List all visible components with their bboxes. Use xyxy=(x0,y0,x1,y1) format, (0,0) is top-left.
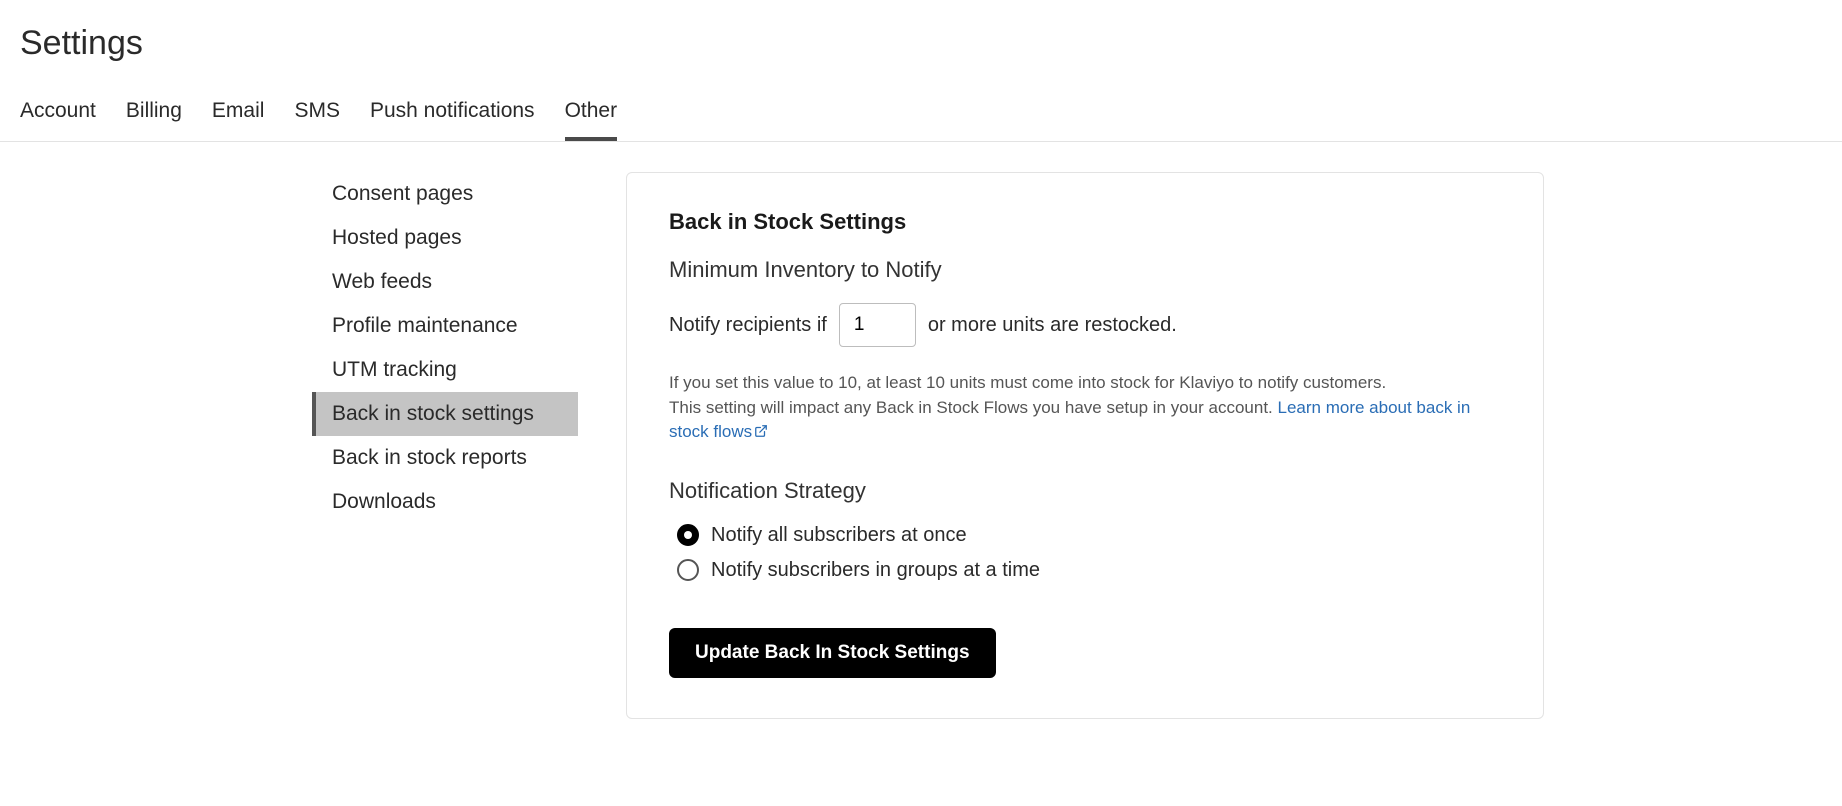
min-inventory-input[interactable] xyxy=(839,303,916,347)
tab-sms[interactable]: SMS xyxy=(294,89,340,141)
content-area: Consent pages Hosted pages Web feeds Pro… xyxy=(0,142,1842,759)
helper-line2: This setting will impact any Back in Sto… xyxy=(669,398,1278,417)
settings-tabs: Account Billing Email SMS Push notificat… xyxy=(0,89,1842,142)
tab-push-notifications[interactable]: Push notifications xyxy=(370,89,535,141)
tab-account[interactable]: Account xyxy=(20,89,96,141)
min-inventory-prefix: Notify recipients if xyxy=(669,314,827,337)
radio-icon xyxy=(677,559,699,581)
page-title: Settings xyxy=(0,0,1842,71)
sidebar: Consent pages Hosted pages Web feeds Pro… xyxy=(312,172,578,524)
panel-heading: Back in Stock Settings xyxy=(669,209,1501,235)
min-inventory-subheading: Minimum Inventory to Notify xyxy=(669,257,1501,283)
radio-icon xyxy=(677,524,699,546)
sidebar-item-profile-maintenance[interactable]: Profile maintenance xyxy=(312,304,578,348)
min-inventory-helper: If you set this value to 10, at least 10… xyxy=(669,371,1501,446)
radio-notify-all[interactable]: Notify all subscribers at once xyxy=(677,524,1501,547)
min-inventory-suffix: or more units are restocked. xyxy=(928,314,1177,337)
sidebar-item-utm-tracking[interactable]: UTM tracking xyxy=(312,348,578,392)
min-inventory-row: Notify recipients if or more units are r… xyxy=(669,303,1501,347)
tab-billing[interactable]: Billing xyxy=(126,89,182,141)
radio-label: Notify subscribers in groups at a time xyxy=(711,559,1040,582)
tab-other[interactable]: Other xyxy=(565,89,618,141)
helper-line1: If you set this value to 10, at least 10… xyxy=(669,373,1386,392)
tab-email[interactable]: Email xyxy=(212,89,265,141)
sidebar-item-back-in-stock-reports[interactable]: Back in stock reports xyxy=(312,436,578,480)
sidebar-item-web-feeds[interactable]: Web feeds xyxy=(312,260,578,304)
external-link-icon xyxy=(754,421,768,446)
strategy-subheading: Notification Strategy xyxy=(669,478,1501,504)
sidebar-item-hosted-pages[interactable]: Hosted pages xyxy=(312,216,578,260)
sidebar-item-back-in-stock-settings[interactable]: Back in stock settings xyxy=(312,392,578,436)
radio-label: Notify all subscribers at once xyxy=(711,524,967,547)
radio-notify-groups[interactable]: Notify subscribers in groups at a time xyxy=(677,559,1501,582)
sidebar-item-consent-pages[interactable]: Consent pages xyxy=(312,172,578,216)
sidebar-item-downloads[interactable]: Downloads xyxy=(312,480,578,524)
update-button[interactable]: Update Back In Stock Settings xyxy=(669,628,996,678)
back-in-stock-panel: Back in Stock Settings Minimum Inventory… xyxy=(626,172,1544,719)
strategy-radio-group: Notify all subscribers at once Notify su… xyxy=(677,524,1501,582)
